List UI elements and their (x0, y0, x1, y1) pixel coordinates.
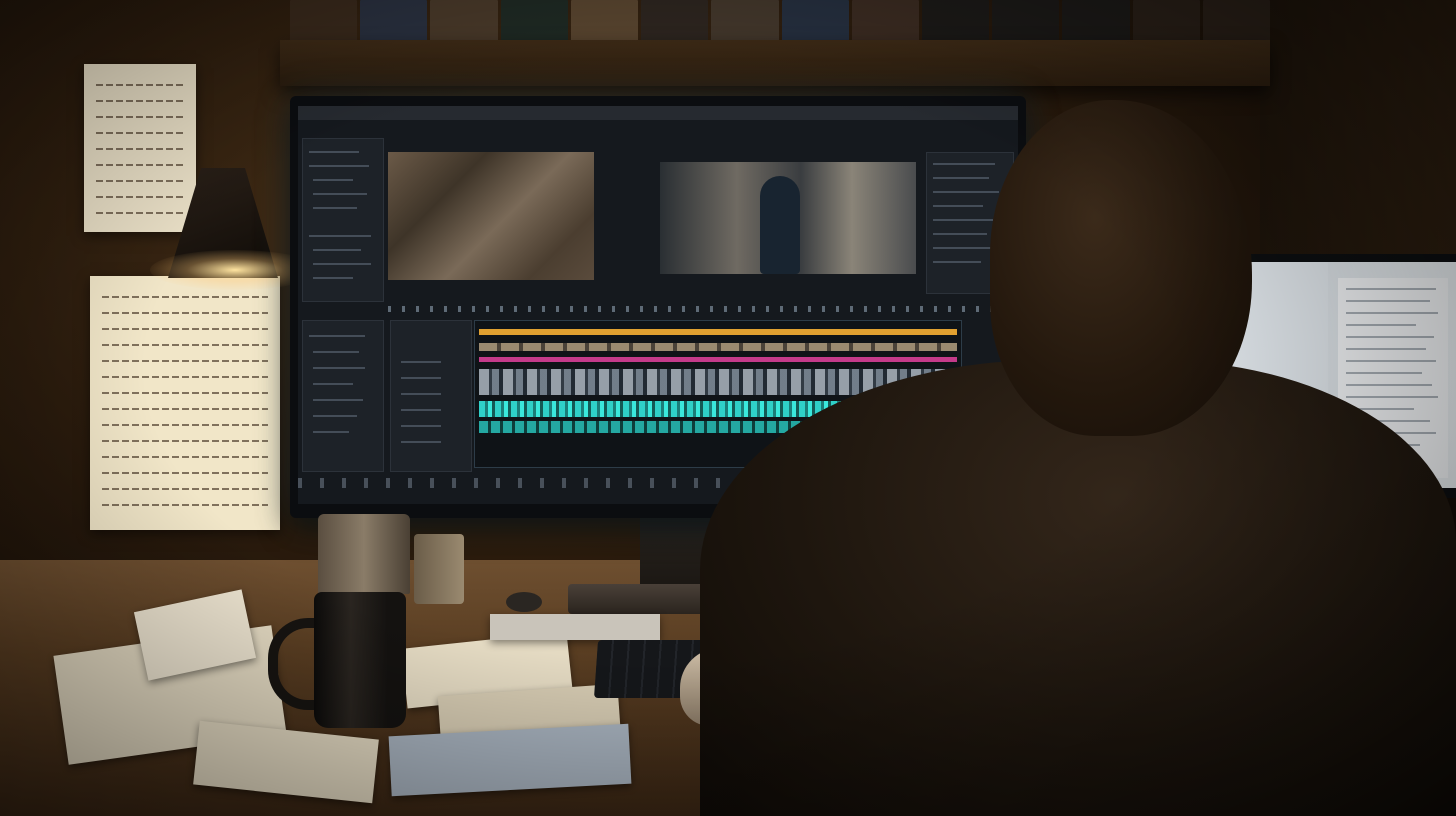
video-track-1[interactable] (479, 357, 957, 362)
right-bookcase (1260, 0, 1456, 260)
desk-paper-6 (490, 614, 660, 640)
playback-controls[interactable] (388, 306, 1008, 312)
track-headers[interactable] (390, 320, 472, 472)
wall-note-top (84, 64, 196, 232)
video-subject (760, 176, 800, 274)
wall-shelf (280, 40, 1270, 86)
project-panel[interactable] (302, 138, 384, 302)
bookshelf-books (290, 0, 1271, 42)
app-menubar[interactable] (298, 106, 1018, 120)
program-monitor[interactable] (660, 162, 916, 274)
mug-icon (314, 592, 406, 728)
source-monitor[interactable] (388, 152, 594, 280)
media-browser-panel[interactable] (302, 320, 384, 472)
person-head (990, 100, 1252, 436)
wall-note-script (90, 276, 280, 530)
video-track-2[interactable] (479, 343, 957, 351)
jar (414, 534, 464, 604)
desk-paper-blue (388, 723, 632, 797)
pen-holder (318, 514, 410, 594)
title-track[interactable] (479, 329, 957, 335)
mouse (506, 592, 542, 612)
editing-room-scene (0, 0, 1456, 816)
